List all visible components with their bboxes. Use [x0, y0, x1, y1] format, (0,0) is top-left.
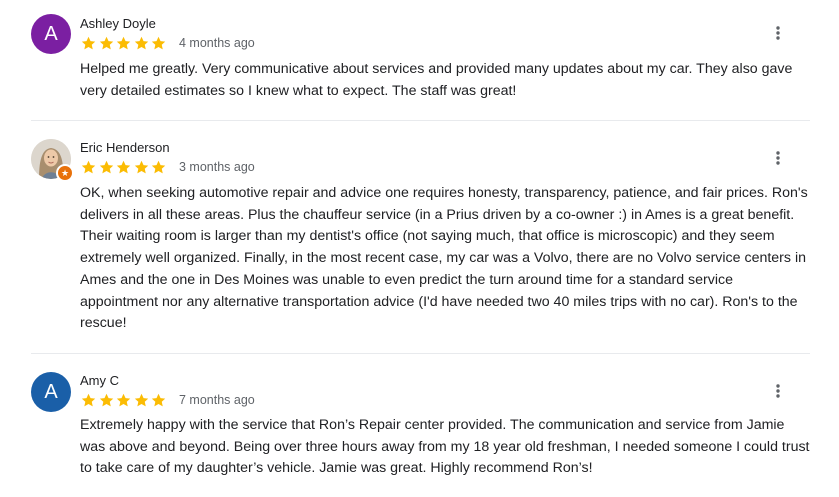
review-text: OK, when seeking automotive repair and a… [80, 185, 808, 332]
reviewer-name[interactable]: Ashley Doyle [80, 16, 156, 32]
star-rating [80, 392, 168, 409]
star-icon [80, 159, 98, 176]
rating-row: 7 months ago [80, 391, 255, 409]
star-icon [150, 35, 168, 52]
more-vert-icon [776, 26, 780, 40]
review-card: A Amy C 7 months ago Extremely happy wit… [0, 354, 839, 497]
more-options-button[interactable] [766, 146, 790, 170]
review-text: Extremely happy with the service that Ro… [80, 417, 810, 477]
star-icon [150, 159, 168, 176]
star-icon [98, 159, 116, 176]
reviewer-name[interactable]: Eric Henderson [80, 140, 170, 156]
star-icon [133, 159, 151, 176]
rating-row: 4 months ago [80, 34, 255, 52]
more-vert-icon [776, 384, 780, 398]
star-icon [98, 392, 116, 409]
star-icon [80, 35, 98, 52]
review-text: Helped me greatly. Very communicative ab… [80, 61, 793, 99]
star-icon [115, 159, 133, 176]
star-icon [115, 35, 133, 52]
review-card: A Ashley Doyle 4 months ago Helped me gr… [0, 0, 839, 121]
star-icon [98, 35, 116, 52]
reviews-list: A Ashley Doyle 4 months ago Helped me gr… [0, 0, 839, 497]
review-date: 3 months ago [179, 160, 255, 174]
star-icon [150, 392, 168, 409]
star-icon [133, 35, 151, 52]
review-card: Eric Henderson 3 months ago OK, when see… [0, 121, 839, 353]
star-rating [80, 35, 168, 52]
star-icon [115, 392, 133, 409]
avatar[interactable]: A [31, 372, 71, 412]
more-vert-icon [776, 151, 780, 165]
avatar[interactable]: A [31, 14, 71, 54]
star-icon [80, 392, 98, 409]
more-options-button[interactable] [766, 21, 790, 45]
rating-row: 3 months ago [80, 158, 255, 176]
more-options-button[interactable] [766, 379, 790, 403]
star-icon [133, 392, 151, 409]
reviewer-name[interactable]: Amy C [80, 373, 119, 389]
review-date: 7 months ago [179, 393, 255, 407]
star-rating [80, 159, 168, 176]
review-date: 4 months ago [179, 36, 255, 50]
local-guide-badge-icon [56, 164, 74, 182]
avatar[interactable] [31, 139, 74, 182]
